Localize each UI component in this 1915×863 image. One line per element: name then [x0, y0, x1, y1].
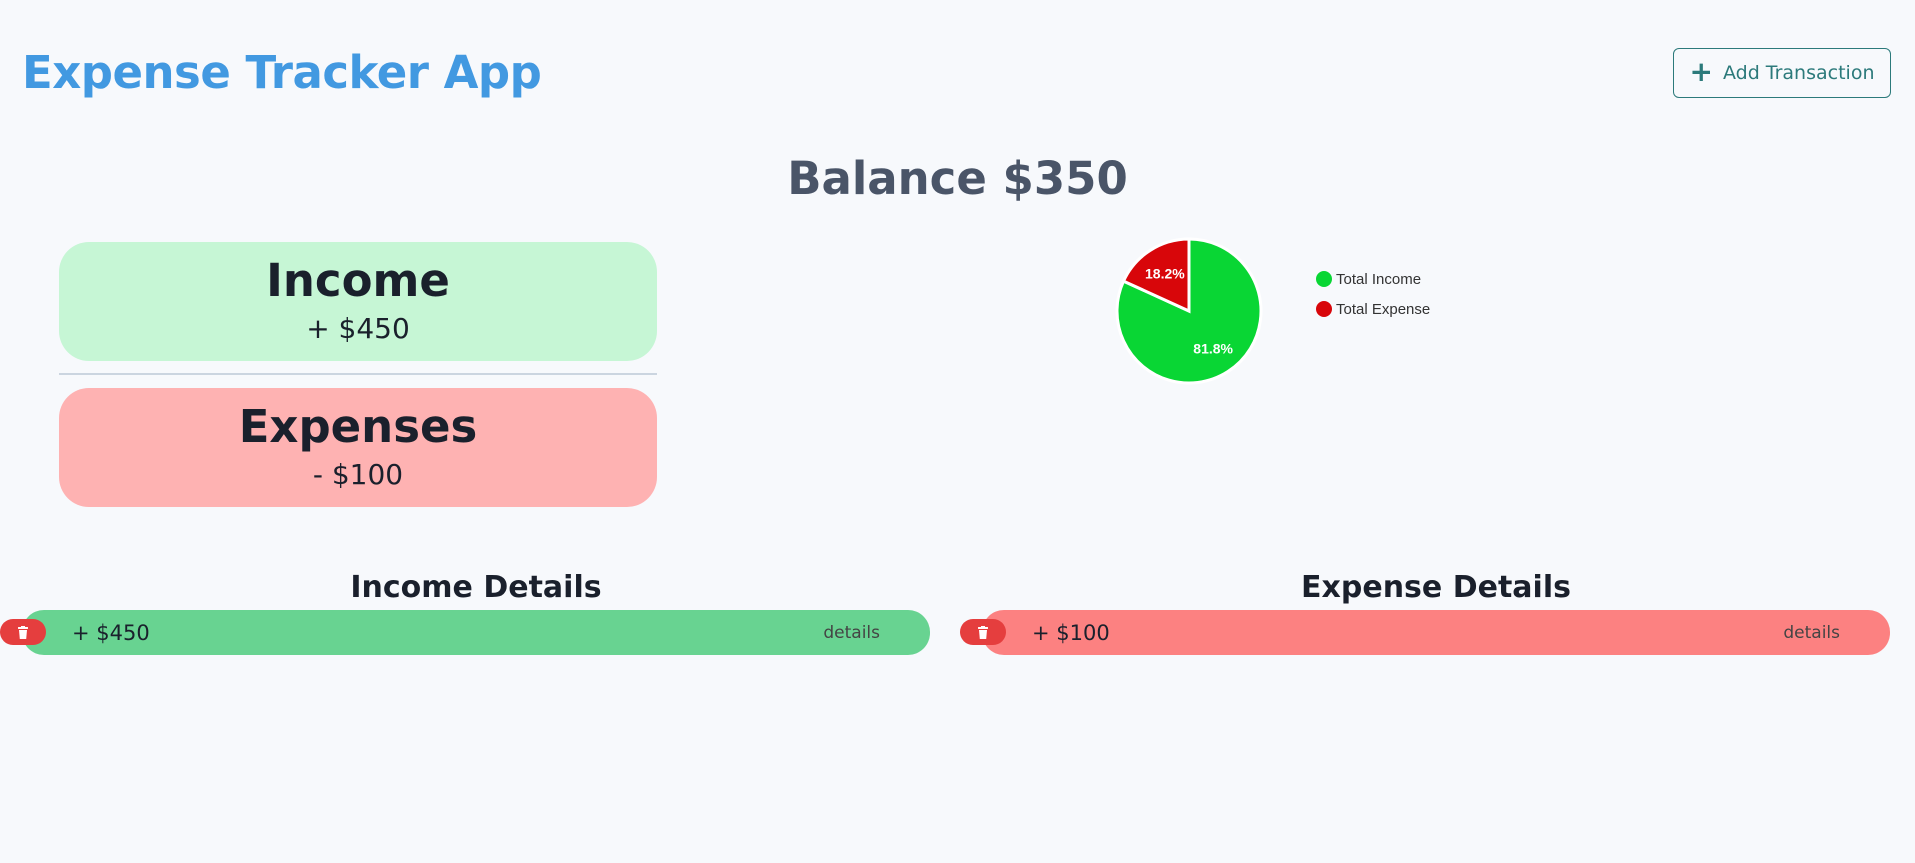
income-row-details-link[interactable]: details: [823, 623, 880, 643]
income-row: + $450 details: [22, 610, 930, 655]
summary-divider: [59, 373, 657, 375]
add-transaction-label: Add Transaction: [1722, 62, 1875, 84]
legend-item-income[interactable]: Total Income: [1316, 264, 1430, 294]
app-title: Expense Tracker App: [22, 46, 542, 99]
legend-item-expense[interactable]: Total Expense: [1316, 294, 1430, 324]
income-label: Income: [266, 254, 450, 307]
income-summary-card: Income + $450: [59, 242, 657, 361]
chart-legend: Total Income Total Expense: [1316, 264, 1430, 324]
app-root: Expense Tracker App + Add Transaction Ba…: [0, 0, 1915, 863]
legend-swatch-income: [1316, 271, 1332, 287]
expense-row-amount: + $100: [1032, 620, 1110, 645]
balance-heading: Balance $350: [787, 152, 1128, 205]
expense-amount: - $100: [312, 457, 404, 491]
trash-icon: [978, 625, 988, 639]
income-row-amount: + $450: [72, 620, 150, 645]
delete-expense-button[interactable]: [960, 619, 1006, 645]
add-transaction-button[interactable]: + Add Transaction: [1673, 48, 1891, 98]
pie-label-income: 81.8%: [1193, 341, 1233, 357]
delete-income-button[interactable]: [0, 619, 46, 645]
trash-icon: [18, 625, 28, 639]
plus-icon: +: [1689, 54, 1713, 88]
income-details-title: Income Details: [350, 570, 602, 605]
income-amount: + $450: [306, 311, 410, 345]
expense-details-title: Expense Details: [1301, 570, 1571, 605]
expense-row: + $100 details: [982, 610, 1890, 655]
pie-label-expense: 18.2%: [1145, 265, 1185, 281]
legend-label-income: Total Income: [1336, 270, 1422, 288]
expense-summary-card: Expenses - $100: [59, 388, 657, 507]
income-expense-pie-chart: 81.8% 18.2%: [1115, 237, 1263, 385]
legend-swatch-expense: [1316, 301, 1332, 317]
expense-label: Expenses: [238, 400, 478, 453]
legend-label-expense: Total Expense: [1336, 300, 1431, 318]
expense-row-details-link[interactable]: details: [1783, 623, 1840, 643]
